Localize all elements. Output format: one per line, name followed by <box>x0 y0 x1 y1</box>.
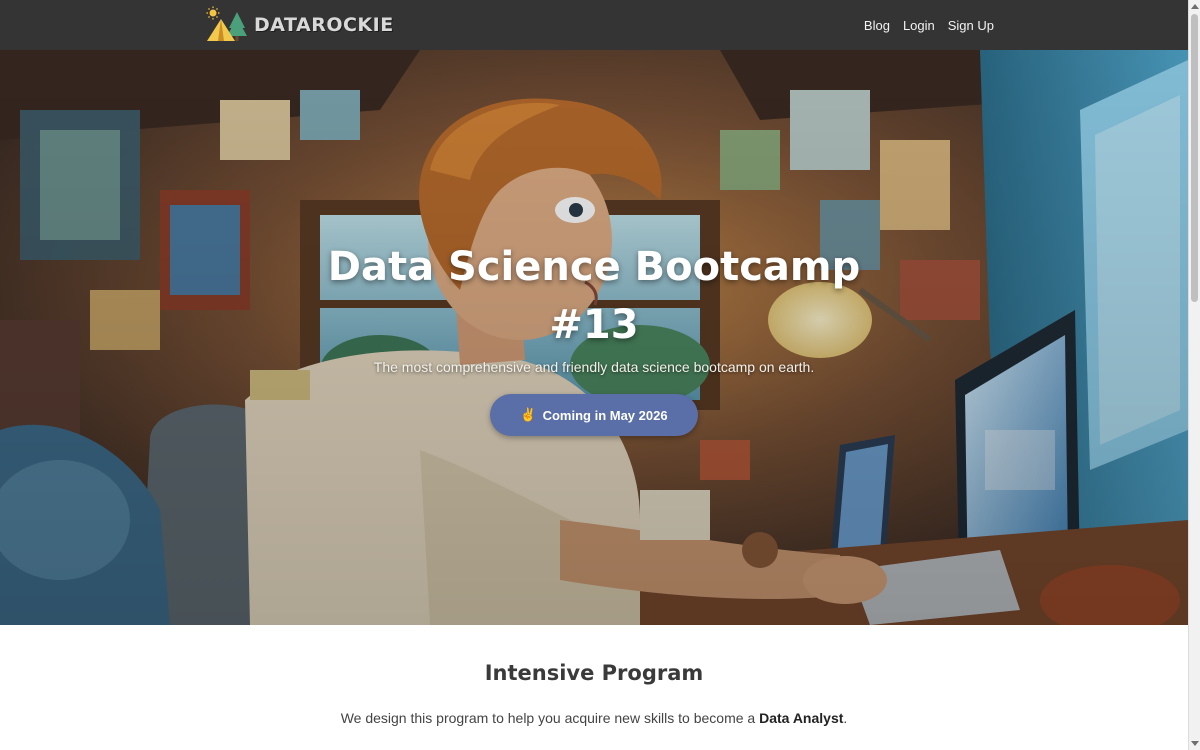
brand-name: DATAROCKIE <box>254 14 394 36</box>
clapping-hands-icon: ✌ <box>520 407 537 422</box>
hero-title-line1: Data Science Bootcamp <box>327 244 861 290</box>
intensive-program-section: Intensive Program We design this program… <box>0 625 1188 750</box>
section-title: Intensive Program <box>484 661 704 685</box>
nav-link-blog[interactable]: Blog <box>864 18 890 33</box>
scroll-down-icon[interactable] <box>1191 741 1199 746</box>
section-desc-text: We design this program to help you acqui… <box>340 710 760 726</box>
nav-link-login[interactable]: Login <box>903 18 935 33</box>
cta-label: Coming in May 2026 <box>542 407 668 423</box>
page: DATAROCKIE Blog Login Sign Up Data Scien… <box>0 0 1188 750</box>
section-description: We design this program to help you acqui… <box>0 710 1188 726</box>
navbar: DATAROCKIE Blog Login Sign Up <box>0 0 1188 50</box>
scroll-up-icon[interactable] <box>1191 4 1199 9</box>
coming-soon-button[interactable]: ✌ Coming in May 2026 <box>490 394 698 436</box>
section-desc-highlight: Data Analyst <box>759 710 844 726</box>
brand-logo[interactable]: DATAROCKIE <box>204 6 394 44</box>
hero-section: Data Science Bootcamp #13 The most compr… <box>0 50 1188 625</box>
scroll-thumb[interactable] <box>1191 14 1198 302</box>
logo-mountain-icon <box>206 6 247 41</box>
nav-links: Blog Login Sign Up <box>864 0 994 50</box>
nav-link-signup[interactable]: Sign Up <box>948 18 994 33</box>
hero-title: Data Science Bootcamp #13 <box>0 238 1188 354</box>
section-desc-end: . <box>843 710 848 726</box>
hero-subtitle: The most comprehensive and friendly data… <box>373 359 815 375</box>
scrollbar[interactable] <box>1188 0 1200 750</box>
hero-title-line2: #13 <box>549 302 639 348</box>
